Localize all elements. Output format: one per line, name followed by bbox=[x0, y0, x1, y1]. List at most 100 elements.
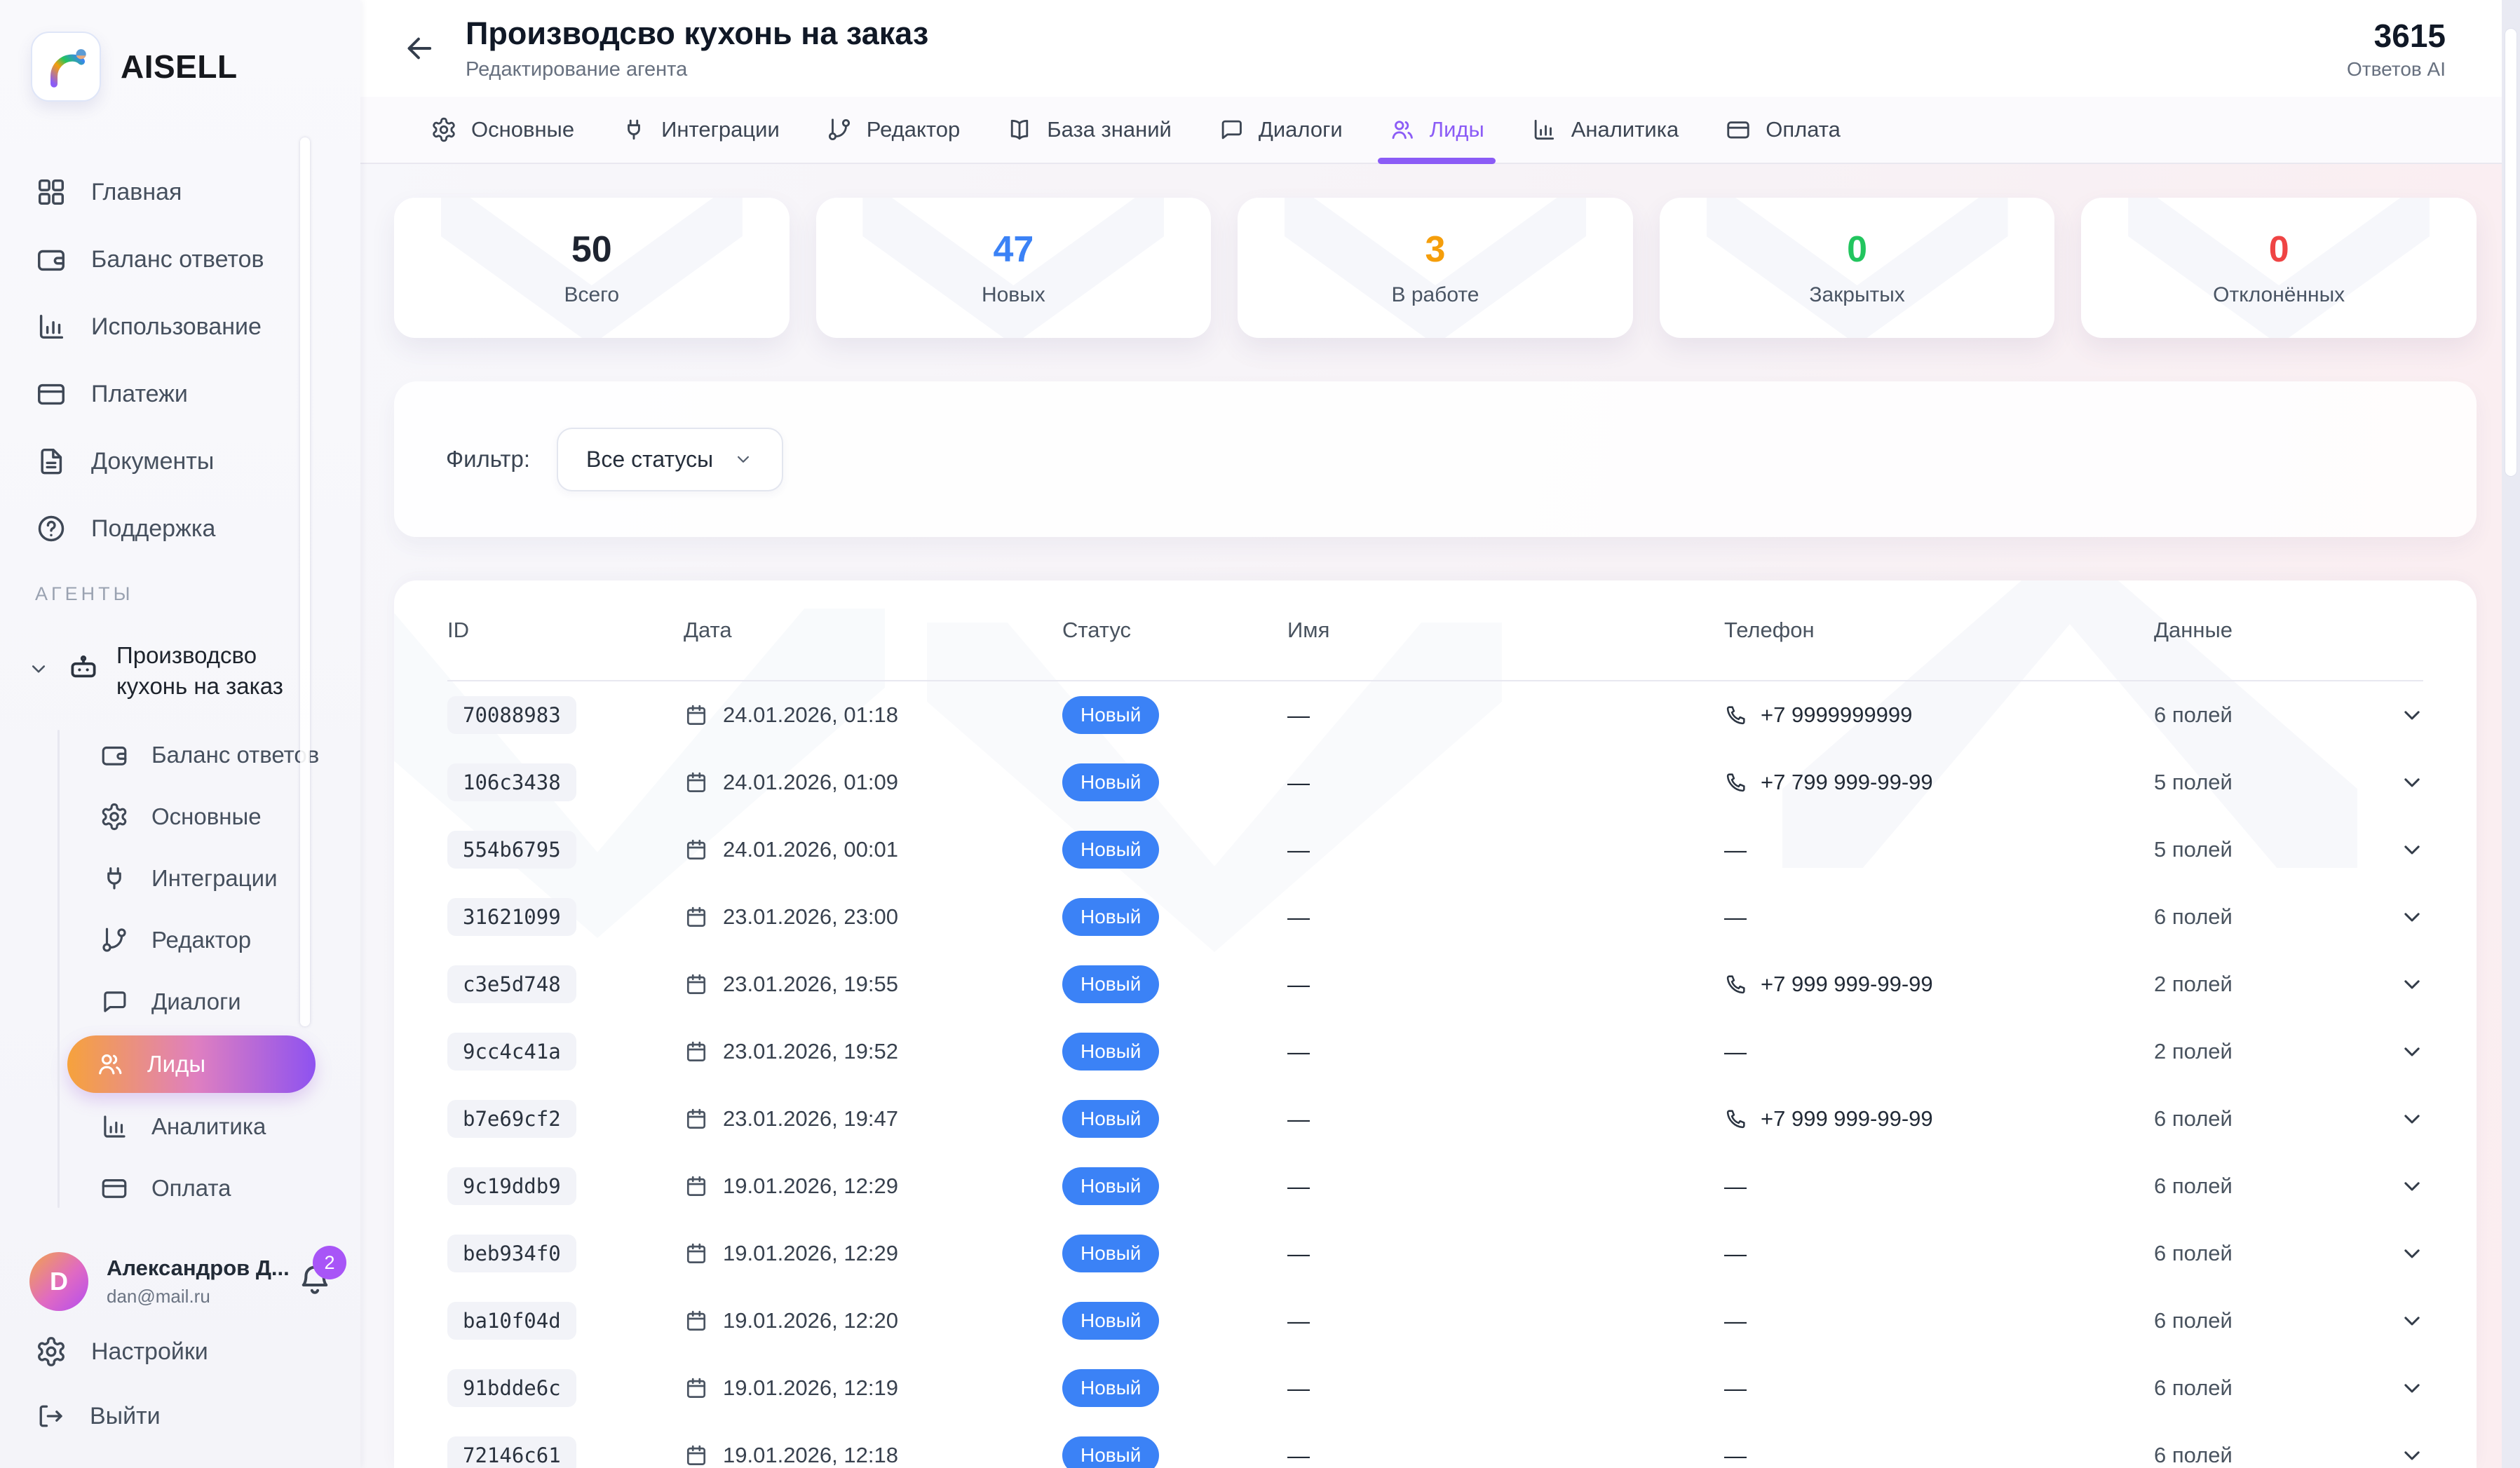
table-row[interactable]: 31621099 23.01.2026, 23:00 Новый — — 6 п… bbox=[447, 883, 2423, 951]
table-row[interactable]: 70088983 24.01.2026, 01:18 Новый — +7 99… bbox=[447, 681, 2423, 749]
sidebar-item-label: Платежи bbox=[91, 381, 188, 408]
table-row[interactable]: 9c19ddb9 19.01.2026, 12:29 Новый — — 6 п… bbox=[447, 1153, 2423, 1220]
tab-gear[interactable]: Основные bbox=[431, 97, 574, 163]
agents-section-label: АГЕНТЫ bbox=[35, 583, 339, 605]
notification-badge: 2 bbox=[313, 1246, 346, 1279]
tab-chart[interactable]: Аналитика bbox=[1531, 97, 1679, 163]
gear-icon bbox=[100, 802, 129, 831]
row-expand-button[interactable] bbox=[2398, 970, 2426, 998]
aisell-logo-icon bbox=[31, 32, 101, 102]
lead-phone-empty: — bbox=[1724, 1443, 2154, 1468]
row-expand-button[interactable] bbox=[2398, 701, 2426, 729]
agent-subitem-label: Оплата bbox=[151, 1175, 231, 1202]
lead-phone: +7 999 999-99-99 bbox=[1724, 1106, 2154, 1131]
chart-icon bbox=[100, 1112, 129, 1141]
table-row[interactable]: 554b6795 24.01.2026, 00:01 Новый — — 5 п… bbox=[447, 816, 2423, 883]
row-expand-button[interactable] bbox=[2398, 1038, 2426, 1066]
table-row[interactable]: c3e5d748 23.01.2026, 19:55 Новый — +7 99… bbox=[447, 951, 2423, 1018]
tab-label: Лиды bbox=[1430, 117, 1484, 142]
lead-data-count: 6 полей bbox=[2154, 1308, 2398, 1333]
book-icon bbox=[1006, 116, 1033, 143]
calendar-icon bbox=[684, 1443, 709, 1468]
gear-icon bbox=[431, 116, 457, 143]
tab-label: Основные bbox=[471, 117, 574, 142]
chevdown-icon bbox=[2398, 1441, 2426, 1468]
table-row[interactable]: 72146c61 19.01.2026, 12:18 Новый — — 6 п… bbox=[447, 1422, 2423, 1468]
user-meta: Александров Д... dan@mail.ru bbox=[107, 1256, 278, 1307]
logout-button[interactable]: Выйти bbox=[24, 1384, 339, 1448]
tab-plug[interactable]: Интеграции bbox=[621, 97, 780, 163]
stat-label: Закрытых bbox=[1809, 283, 1904, 307]
logout-label: Выйти bbox=[90, 1403, 161, 1430]
page-subtitle: Редактирование агента bbox=[466, 58, 928, 81]
table-row[interactable]: ba10f04d 19.01.2026, 12:20 Новый — — 6 п… bbox=[447, 1287, 2423, 1354]
agent-subitem-chart[interactable]: Аналитика bbox=[97, 1096, 339, 1157]
column-header-date: Дата bbox=[684, 618, 1062, 643]
tab-card[interactable]: Оплата bbox=[1725, 97, 1841, 163]
gear-icon bbox=[35, 1336, 67, 1368]
status-badge: Новый bbox=[1062, 1167, 1159, 1205]
lead-data-count: 6 полей bbox=[2154, 904, 2398, 930]
sidebar-item-doc[interactable]: Документы bbox=[24, 428, 339, 495]
tab-chat[interactable]: Диалоги bbox=[1218, 97, 1343, 163]
row-expand-button[interactable] bbox=[2398, 836, 2426, 864]
sidebar-item-wallet[interactable]: Баланс ответов bbox=[24, 226, 339, 293]
lead-phone-empty: — bbox=[1724, 1308, 2154, 1334]
row-expand-button[interactable] bbox=[2398, 903, 2426, 931]
agent-expander[interactable]: Производсво кухонь на заказ bbox=[24, 612, 339, 714]
user-profile[interactable]: D Александров Д... dan@mail.ru 2 bbox=[24, 1244, 339, 1319]
lead-name: — bbox=[1287, 1174, 1724, 1199]
tab-branch[interactable]: Редактор bbox=[826, 97, 960, 163]
lead-id: ba10f04d bbox=[447, 1302, 576, 1340]
tab-users[interactable]: Лиды bbox=[1389, 97, 1484, 163]
calendar-icon bbox=[684, 1106, 709, 1131]
lead-id-cell: 9c19ddb9 bbox=[447, 1167, 684, 1205]
sidebar-item-chart[interactable]: Использование bbox=[24, 293, 339, 360]
sidebar-item-card[interactable]: Платежи bbox=[24, 360, 339, 428]
lead-date: 19.01.2026, 12:29 bbox=[684, 1174, 1062, 1199]
row-expand-button[interactable] bbox=[2398, 1239, 2426, 1267]
sidebar-item-settings[interactable]: Настройки bbox=[24, 1319, 339, 1384]
bell-icon bbox=[296, 1290, 334, 1302]
robot-icon bbox=[66, 651, 101, 686]
table-row[interactable]: 106c3438 24.01.2026, 01:09 Новый — +7 79… bbox=[447, 749, 2423, 816]
stat-label: Всего bbox=[564, 283, 619, 307]
brand-logo[interactable]: AISELL bbox=[24, 31, 339, 102]
table-row[interactable]: beb934f0 19.01.2026, 12:29 Новый — — 6 п… bbox=[447, 1220, 2423, 1287]
sidebar-item-grid[interactable]: Главная bbox=[24, 158, 339, 226]
agent-subitem-users[interactable]: Лиды bbox=[67, 1035, 316, 1093]
row-expand-button[interactable] bbox=[2398, 1441, 2426, 1468]
back-button[interactable] bbox=[401, 30, 438, 67]
stat-card: 0 Отклонённых bbox=[2081, 198, 2477, 338]
tab-bar: Основные Интеграции Редактор База знаний Диа… bbox=[360, 97, 2520, 164]
arrowleft-icon bbox=[401, 30, 438, 67]
lead-name: — bbox=[1287, 1241, 1724, 1267]
status-filter-select[interactable]: Все статусы bbox=[557, 428, 783, 491]
sidebar-scrollbar[interactable] bbox=[300, 137, 310, 1026]
row-expand-button[interactable] bbox=[2398, 1105, 2426, 1133]
lead-phone: +7 799 999-99-99 bbox=[1724, 770, 2154, 795]
chevdown-icon bbox=[2398, 970, 2426, 998]
stat-value: 47 bbox=[993, 229, 1034, 271]
chat-icon bbox=[100, 987, 129, 1017]
page-scrollbar-thumb[interactable] bbox=[2505, 28, 2517, 477]
agent-subitem-card[interactable]: Оплата bbox=[97, 1157, 339, 1219]
calendar-icon bbox=[684, 1308, 709, 1333]
logout-icon bbox=[35, 1401, 66, 1432]
lead-date: 23.01.2026, 19:47 bbox=[684, 1106, 1062, 1131]
row-expand-button[interactable] bbox=[2398, 1307, 2426, 1335]
notifications-button[interactable]: 2 bbox=[296, 1261, 334, 1302]
table-body: 70088983 24.01.2026, 01:18 Новый — +7 99… bbox=[447, 681, 2423, 1468]
sidebar-item-help[interactable]: Поддержка bbox=[24, 495, 339, 562]
column-header-status: Статус bbox=[1062, 618, 1287, 643]
lead-date-value: 23.01.2026, 19:52 bbox=[723, 1039, 898, 1064]
table-row[interactable]: 9cc4c41a 23.01.2026, 19:52 Новый — — 2 п… bbox=[447, 1018, 2423, 1085]
tab-book[interactable]: База знаний bbox=[1006, 97, 1172, 163]
page-scrollbar[interactable] bbox=[2502, 0, 2520, 1468]
table-row[interactable]: 91bdde6c 19.01.2026, 12:19 Новый — — 6 п… bbox=[447, 1354, 2423, 1422]
row-expand-button[interactable] bbox=[2398, 1374, 2426, 1402]
row-expand-button[interactable] bbox=[2398, 1172, 2426, 1200]
row-expand-button[interactable] bbox=[2398, 768, 2426, 796]
lead-phone-value: +7 999 999-99-99 bbox=[1761, 972, 1933, 997]
table-row[interactable]: b7e69cf2 23.01.2026, 19:47 Новый — +7 99… bbox=[447, 1085, 2423, 1153]
